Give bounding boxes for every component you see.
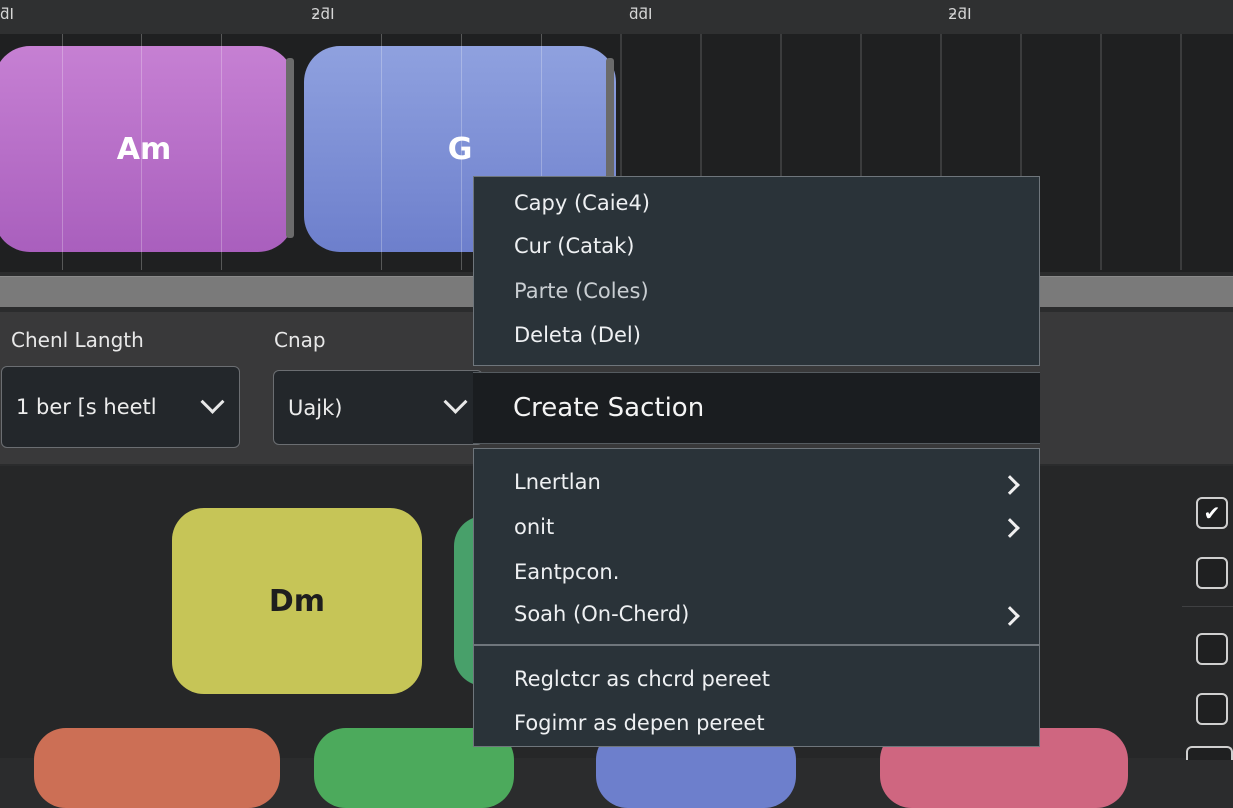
menu-item-delete[interactable]: Deleta (Del) — [514, 323, 641, 347]
check-icon: ✔ — [1203, 501, 1221, 525]
snap-label: Cnap — [274, 328, 326, 352]
chord-pad-dm[interactable]: Dm — [172, 508, 422, 694]
chevron-right-icon — [1000, 518, 1020, 538]
grid-line — [381, 34, 382, 270]
ruler-label: ƻƌI — [311, 5, 335, 23]
menu-item-register-pattern-preset[interactable]: Fogimr as depen pereet — [514, 711, 765, 735]
timeline-ruler[interactable]: ƌI ƻƌI ƌƌI ƻƌI — [0, 0, 1233, 35]
chevron-down-icon — [443, 389, 468, 414]
divider — [1182, 606, 1233, 607]
ruler-label: ƻƌI — [948, 5, 972, 23]
option-checkbox[interactable] — [1196, 633, 1228, 665]
chevron-right-icon — [1000, 475, 1020, 495]
chord-block-am[interactable]: Am — [0, 46, 294, 252]
context-menu-preset-group: Reglctcr as chcrd pereet Fogimr as depen… — [473, 645, 1040, 747]
grid-line — [461, 34, 462, 270]
menu-item-insertion[interactable]: Lnertlan — [514, 470, 601, 494]
grid-line — [1180, 34, 1182, 270]
grid-line — [221, 34, 222, 270]
chevron-down-icon — [200, 389, 225, 414]
chord-length-select[interactable]: 1 ber [s heetl — [1, 366, 240, 448]
chord-block-label: G — [447, 131, 473, 167]
chord-block-label: Am — [116, 131, 172, 167]
option-checkbox[interactable]: ✔ — [1196, 497, 1228, 529]
menu-item-slash-chord[interactable]: Soah (On-Cherd) — [514, 602, 689, 626]
option-checkbox[interactable] — [1196, 557, 1228, 589]
menu-item-label: Create Saction — [513, 393, 705, 423]
chord-length-label: Chenl Langth — [11, 328, 144, 352]
grid-line — [1100, 34, 1102, 270]
snap-value: Uajk) — [288, 395, 343, 420]
menu-item-copy[interactable]: Capy (Caie4) — [514, 191, 650, 215]
menu-item-paste[interactable]: Parte (Coles) — [514, 279, 649, 303]
chord-pad[interactable] — [34, 728, 280, 808]
ruler-label: ƌI — [0, 5, 14, 23]
menu-item-create-section[interactable]: Create Saction — [473, 372, 1040, 444]
grid-line — [141, 34, 142, 270]
chord-pad-label: Dm — [268, 583, 326, 619]
ruler-label: ƌƌI — [629, 5, 653, 23]
menu-item-register-chord-preset[interactable]: Reglctcr as chcrd pereet — [514, 667, 770, 691]
menu-item-transpose[interactable]: Eantpcon. — [514, 560, 619, 584]
snap-select[interactable]: Uajk) — [273, 370, 483, 445]
chord-length-value: 1 ber [s heetl — [16, 395, 157, 419]
chevron-right-icon — [1000, 606, 1020, 626]
resize-handle[interactable] — [286, 58, 294, 238]
context-menu-edit-group: Capy (Caie4) Cur (Catak) Parte (Coles) D… — [473, 176, 1040, 366]
context-menu-options-group: Lnertlan onit Eantpcon. Soah (On-Cherd) — [473, 448, 1040, 645]
option-checkbox[interactable] — [1196, 693, 1228, 725]
menu-item-cut[interactable]: Cur (Catak) — [514, 234, 634, 258]
menu-item-edit[interactable]: onit — [514, 515, 554, 539]
grid-line — [62, 34, 63, 270]
